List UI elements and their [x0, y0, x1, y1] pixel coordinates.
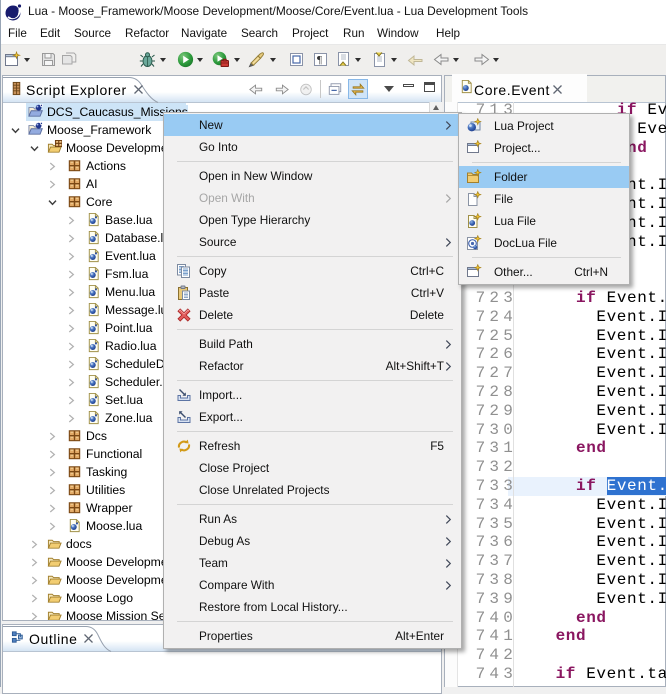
- svg-text:¶: ¶: [317, 54, 322, 66]
